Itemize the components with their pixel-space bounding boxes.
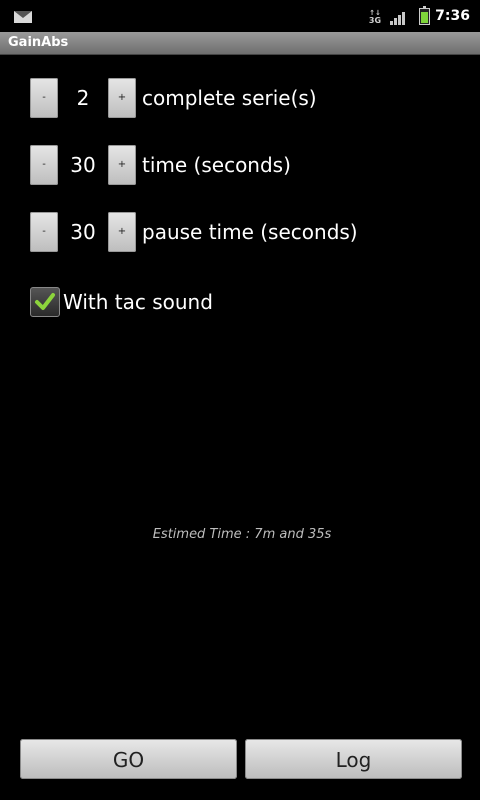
time-row: - 30 + time (seconds)	[30, 145, 470, 185]
pause-value: 30	[70, 220, 96, 244]
pause-row: - 30 + pause time (seconds)	[30, 212, 470, 252]
estimated-time-text: Estimed Time : 7m and 35s	[152, 527, 332, 542]
series-decrement-button[interactable]: -	[30, 78, 58, 118]
time-value: 30	[70, 153, 96, 177]
mail-icon	[14, 11, 32, 23]
battery-charging-icon	[419, 6, 430, 25]
log-button[interactable]: Log	[245, 739, 462, 779]
data-activity-icon: ↑↓ 3G	[368, 9, 382, 25]
series-row: - 2 + complete serie(s)	[30, 78, 470, 118]
network-type: 3G	[368, 16, 382, 25]
pause-increment-button[interactable]: +	[108, 212, 136, 252]
app-title: GainAbs	[8, 35, 69, 50]
series-label: complete serie(s)	[142, 86, 317, 110]
go-button[interactable]: GO	[20, 739, 237, 779]
status-bar: ↑↓ 3G 7:36	[0, 0, 480, 32]
tac-sound-label: With tac sound	[63, 290, 213, 314]
app-screen: ↑↓ 3G 7:36 GainAbs - 2 + complete serie(…	[0, 0, 480, 800]
checkmark-icon	[35, 293, 55, 310]
pause-decrement-button[interactable]: -	[30, 212, 58, 252]
tac-sound-row[interactable]: With tac sound	[30, 284, 430, 320]
time-label: time (seconds)	[142, 153, 291, 177]
time-increment-button[interactable]: +	[108, 145, 136, 185]
signal-icon	[390, 10, 408, 25]
status-clock: 7:36	[435, 8, 470, 24]
time-decrement-button[interactable]: -	[30, 145, 58, 185]
tac-sound-checkbox[interactable]	[30, 287, 60, 317]
series-increment-button[interactable]: +	[108, 78, 136, 118]
app-title-bar: GainAbs	[0, 32, 480, 55]
series-value: 2	[76, 86, 90, 110]
pause-label: pause time (seconds)	[142, 220, 358, 244]
